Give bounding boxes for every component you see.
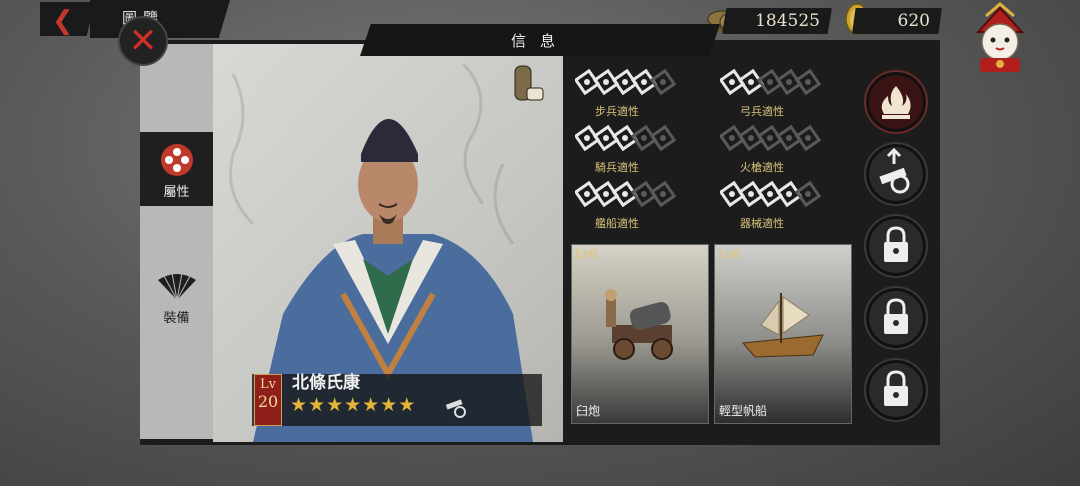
hero-level-prefix: Lv [260, 377, 276, 392]
hero-name: 北條氏康 [292, 373, 360, 393]
aptitude-ship-label: 艦船適性 [595, 217, 639, 230]
panel-title: 信息 [510, 32, 569, 50]
back-button[interactable]: ❮ [40, 2, 95, 36]
chevron-left-icon: ❮ [52, 6, 74, 36]
fire-icon [881, 86, 911, 119]
tab-attributes-label: 屬性 [163, 185, 190, 200]
skill-button-locked-2[interactable] [864, 286, 928, 350]
unit-card-sailboat-level: Lv6 [718, 247, 741, 261]
lock-icon [884, 226, 908, 262]
cannon-icon [718, 180, 822, 208]
unit-card-mortar-level: Lv6 [575, 247, 598, 261]
aptitude-archer-label: 弓兵適性 [740, 105, 784, 118]
hero-level-value: 20 [257, 392, 279, 411]
aptitude-ship: 艦船適性 [573, 178, 715, 230]
skill-button-cannon-upgrade[interactable] [864, 142, 928, 206]
maneki-neko-avatar-icon[interactable] [964, 2, 1036, 74]
gold-value: 620 [897, 11, 930, 31]
aptitude-siege: 器械適性 [718, 178, 860, 230]
gold-counter: 620 [852, 8, 942, 34]
lock-icon [884, 298, 908, 334]
musket-icon [718, 124, 822, 152]
aptitude-siege-label: 器械適性 [740, 217, 784, 230]
coins-counter: 184525 [722, 8, 832, 34]
unit-card-mortar-name: 臼炮 [576, 404, 601, 418]
aptitude-panel: 步兵適性 弓兵適性 騎兵適性 火槍適性 艦船適性 器械適性 [563, 56, 858, 236]
aptitude-infantry: 步兵適性 [573, 66, 715, 118]
panel-header: 信息 [360, 24, 720, 56]
unit-card-mortar[interactable]: Lv6 臼炮 [571, 244, 709, 424]
crest-icon [161, 144, 193, 176]
aptitude-cavalry: 騎兵適性 [573, 122, 715, 174]
aptitude-infantry-label: 步兵適性 [595, 105, 639, 118]
close-button[interactable]: ✕ [118, 16, 168, 66]
aptitude-musket-label: 火槍適性 [740, 161, 784, 174]
close-icon: ✕ [128, 21, 158, 61]
cannon-upgrade-icon [879, 147, 910, 194]
cannon-icon [445, 399, 466, 418]
aptitude-archer: 弓兵適性 [718, 66, 860, 118]
skill-button-locked-3[interactable] [864, 358, 928, 422]
unit-cards: Lv6 臼炮 Lv6 輕型帆船 [563, 236, 858, 442]
hero-stars: ★★★★★★★ [290, 394, 417, 416]
sword-icon [573, 68, 677, 96]
side-tabs: 屬性 裝備 [140, 44, 213, 439]
aptitude-cavalry-label: 騎兵適性 [595, 161, 639, 174]
anchor-icon [573, 180, 677, 208]
hero-level-badge: Lv 20 [254, 374, 282, 426]
mortar-icon [605, 289, 673, 360]
aptitude-musket: 火槍適性 [718, 122, 860, 174]
unit-card-sailboat[interactable]: Lv6 輕型帆船 [714, 244, 852, 424]
skill-button-locked-1[interactable] [864, 214, 928, 278]
unit-card-sailboat-name: 輕型帆船 [719, 404, 768, 418]
tab-equipment-label: 裝備 [163, 311, 190, 326]
coins-value: 184525 [755, 11, 820, 31]
horse-icon [573, 124, 677, 152]
sake-icon [514, 65, 544, 101]
tab-attributes[interactable]: 屬性 [140, 132, 213, 206]
fan-icon [158, 272, 196, 301]
lock-icon [884, 370, 908, 406]
bow-icon [718, 68, 822, 96]
tab-equipment[interactable]: 裝備 [140, 258, 213, 332]
sailboat-icon [741, 293, 824, 358]
skill-button-fire[interactable] [864, 70, 928, 134]
skill-column [858, 44, 940, 442]
